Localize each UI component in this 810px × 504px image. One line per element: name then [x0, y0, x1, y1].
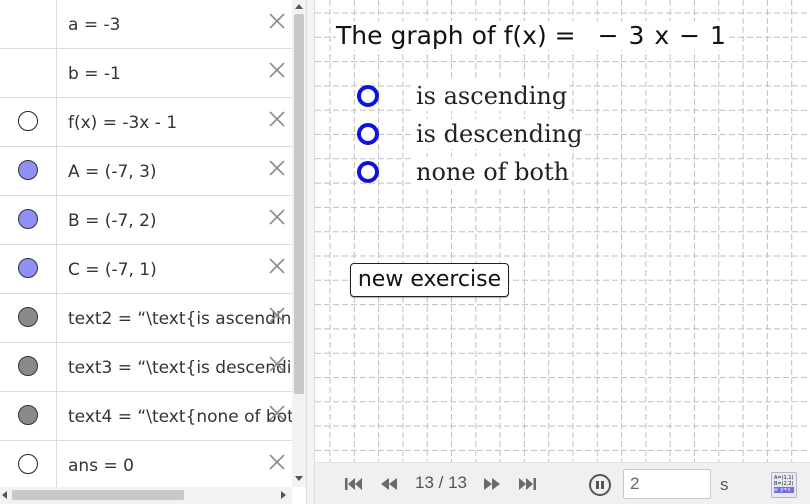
pause-bar: [596, 481, 599, 489]
close-icon[interactable]: [267, 60, 287, 80]
geogebra-app: a = -3 b = -1 f(x) = -3x - 1A = (-7, 3) B =…: [0, 0, 810, 504]
pause-icon[interactable]: [589, 474, 611, 496]
close-icon[interactable]: [267, 305, 287, 325]
visibility-toggle-icon[interactable]: [18, 160, 38, 180]
algebra-row[interactable]: B = (-7, 2): [0, 196, 292, 245]
animation-toolbar: 13 / 13 s A=(1,1) B=(2,2) a: y=x: [315, 462, 810, 504]
algebra-vertical-scrollbar[interactable]: [292, 0, 306, 487]
algebra-view: a = -3 b = -1 f(x) = -3x - 1A = (-7, 3) B =…: [0, 0, 292, 487]
scroll-up-icon[interactable]: [295, 4, 303, 9]
animation-speed-input[interactable]: [623, 469, 711, 499]
algebra-row[interactable]: f(x) = -3x - 1: [0, 98, 292, 147]
visibility-column: [0, 147, 57, 195]
radio-button-icon[interactable]: [357, 161, 379, 183]
step-counter: 13 / 13: [415, 473, 467, 492]
function-title-prefix: The graph of f(x) =: [336, 21, 576, 50]
skip-to-start-icon[interactable]: [343, 475, 365, 493]
algebra-expression[interactable]: f(x) = -3x - 1: [68, 98, 292, 147]
visibility-toggle-icon[interactable]: [18, 405, 38, 425]
visibility-column: [0, 294, 57, 342]
scroll-right-icon[interactable]: [281, 491, 286, 499]
algebra-expression[interactable]: C = (-7, 1): [68, 245, 292, 294]
scroll-left-icon[interactable]: [2, 491, 7, 499]
function-formula: − 3 x − 1: [597, 21, 727, 50]
algebra-expression[interactable]: a = -3: [68, 0, 292, 49]
visibility-toggle-icon[interactable]: [18, 258, 38, 278]
fast-forward-icon[interactable]: [481, 475, 503, 493]
algebra-icon-line: a: y=x: [774, 487, 794, 493]
algebra-view-icon[interactable]: A=(1,1) B=(2,2) a: y=x: [771, 472, 797, 498]
choice-ascending[interactable]: is ascending: [357, 81, 617, 111]
radio-button-icon[interactable]: [357, 85, 379, 107]
choice-label: is descending: [414, 119, 585, 149]
visibility-column: [0, 441, 57, 487]
choice-none-of-both[interactable]: none of both: [357, 157, 617, 187]
close-icon[interactable]: [267, 403, 287, 423]
choice-label: none of both: [414, 157, 572, 187]
algebra-vertical-scroll-thumb[interactable]: [294, 14, 304, 394]
algebra-row[interactable]: a = -3: [0, 0, 292, 49]
radio-button-icon[interactable]: [357, 123, 379, 145]
close-icon[interactable]: [267, 109, 287, 129]
close-icon[interactable]: [267, 158, 287, 178]
algebra-expression[interactable]: text4 = “\text{none of both: [68, 392, 292, 441]
scroll-down-icon[interactable]: [295, 476, 303, 481]
visibility-toggle-icon[interactable]: [18, 111, 38, 131]
visibility-toggle-icon[interactable]: [18, 307, 38, 327]
visibility-column: [0, 0, 57, 48]
new-exercise-button[interactable]: new exercise: [350, 263, 509, 297]
visibility-toggle-icon[interactable]: [18, 454, 38, 474]
algebra-row[interactable]: A = (-7, 3): [0, 147, 292, 196]
grid: [315, 0, 810, 462]
close-icon[interactable]: [267, 256, 287, 276]
visibility-column: [0, 392, 57, 440]
visibility-toggle-icon[interactable]: [18, 209, 38, 229]
algebra-row[interactable]: C = (-7, 1): [0, 245, 292, 294]
graphics-view[interactable]: The graph of f(x) = − 3 x − 1 is ascendin…: [315, 0, 810, 462]
algebra-row[interactable]: text4 = “\text{none of both: [0, 392, 292, 441]
visibility-column: [0, 343, 57, 391]
algebra-row[interactable]: text2 = “\text{is ascending: [0, 294, 292, 343]
algebra-row[interactable]: b = -1: [0, 49, 292, 98]
algebra-horizontal-scroll-thumb[interactable]: [12, 490, 184, 500]
algebra-expression[interactable]: ans = 0: [68, 441, 292, 487]
algebra-expression[interactable]: text3 = “\text{is descendin: [68, 343, 292, 392]
algebra-expression[interactable]: b = -1: [68, 49, 292, 98]
algebra-row[interactable]: text3 = “\text{is descendin: [0, 343, 292, 392]
algebra-expression[interactable]: text2 = “\text{is ascending: [68, 294, 292, 343]
visibility-column: [0, 245, 57, 293]
visibility-column: [0, 196, 57, 244]
algebra-expression[interactable]: A = (-7, 3): [68, 147, 292, 196]
choice-descending[interactable]: is descending: [357, 119, 617, 149]
choice-label: is ascending: [414, 81, 570, 111]
function-title: The graph of f(x) = − 3 x − 1: [336, 21, 727, 50]
close-icon[interactable]: [267, 354, 287, 374]
visibility-toggle-icon[interactable]: [18, 356, 38, 376]
skip-to-end-icon[interactable]: [516, 475, 538, 493]
close-icon[interactable]: [267, 11, 287, 31]
rewind-icon[interactable]: [378, 475, 400, 493]
close-icon[interactable]: [267, 452, 287, 472]
algebra-row[interactable]: ans = 0: [0, 441, 292, 487]
pause-bar: [601, 481, 604, 489]
visibility-column: [0, 49, 57, 97]
algebra-expression[interactable]: B = (-7, 2): [68, 196, 292, 245]
algebra-horizontal-scrollbar[interactable]: [0, 487, 292, 504]
view-divider[interactable]: [306, 0, 315, 504]
visibility-column: [0, 98, 57, 146]
speed-unit-label: s: [720, 475, 729, 494]
close-icon[interactable]: [267, 207, 287, 227]
